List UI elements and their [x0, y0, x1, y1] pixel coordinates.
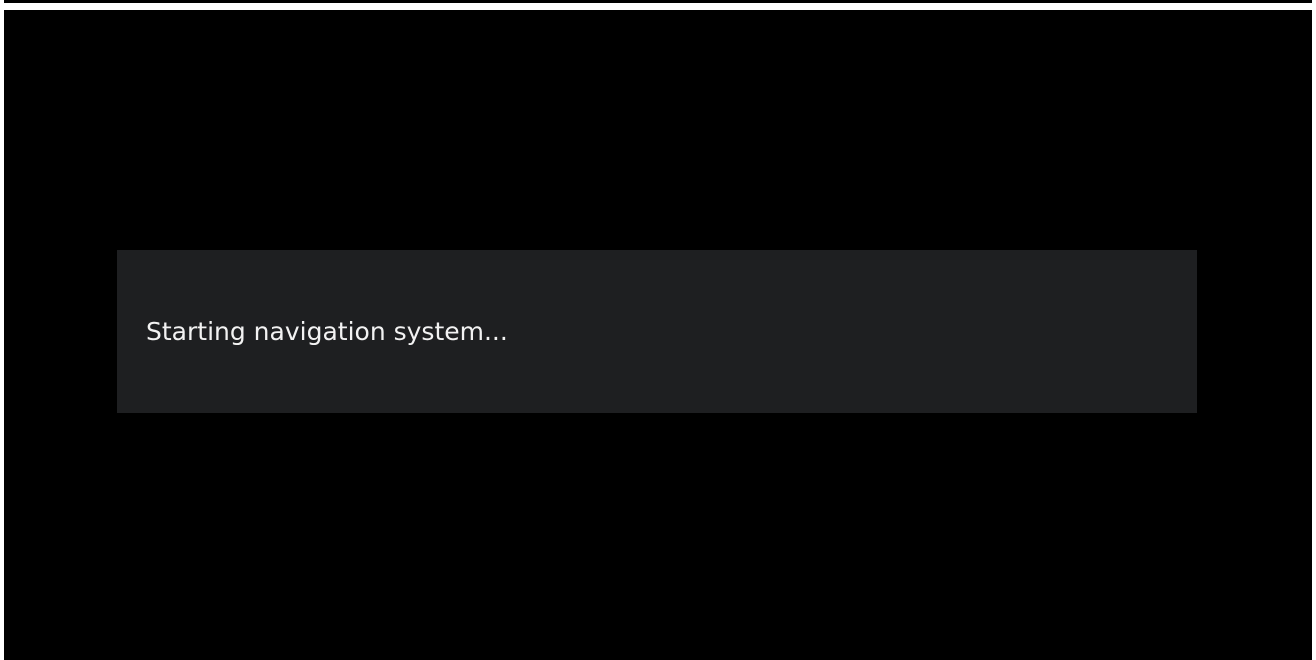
loading-message: Starting navigation system... — [146, 317, 508, 346]
top-border — [4, 0, 1312, 3]
progress-dialog: Starting navigation system... — [117, 250, 1197, 413]
device-screen: Starting navigation system... — [4, 10, 1312, 660]
screenshot-frame: Starting navigation system... — [0, 0, 1316, 660]
